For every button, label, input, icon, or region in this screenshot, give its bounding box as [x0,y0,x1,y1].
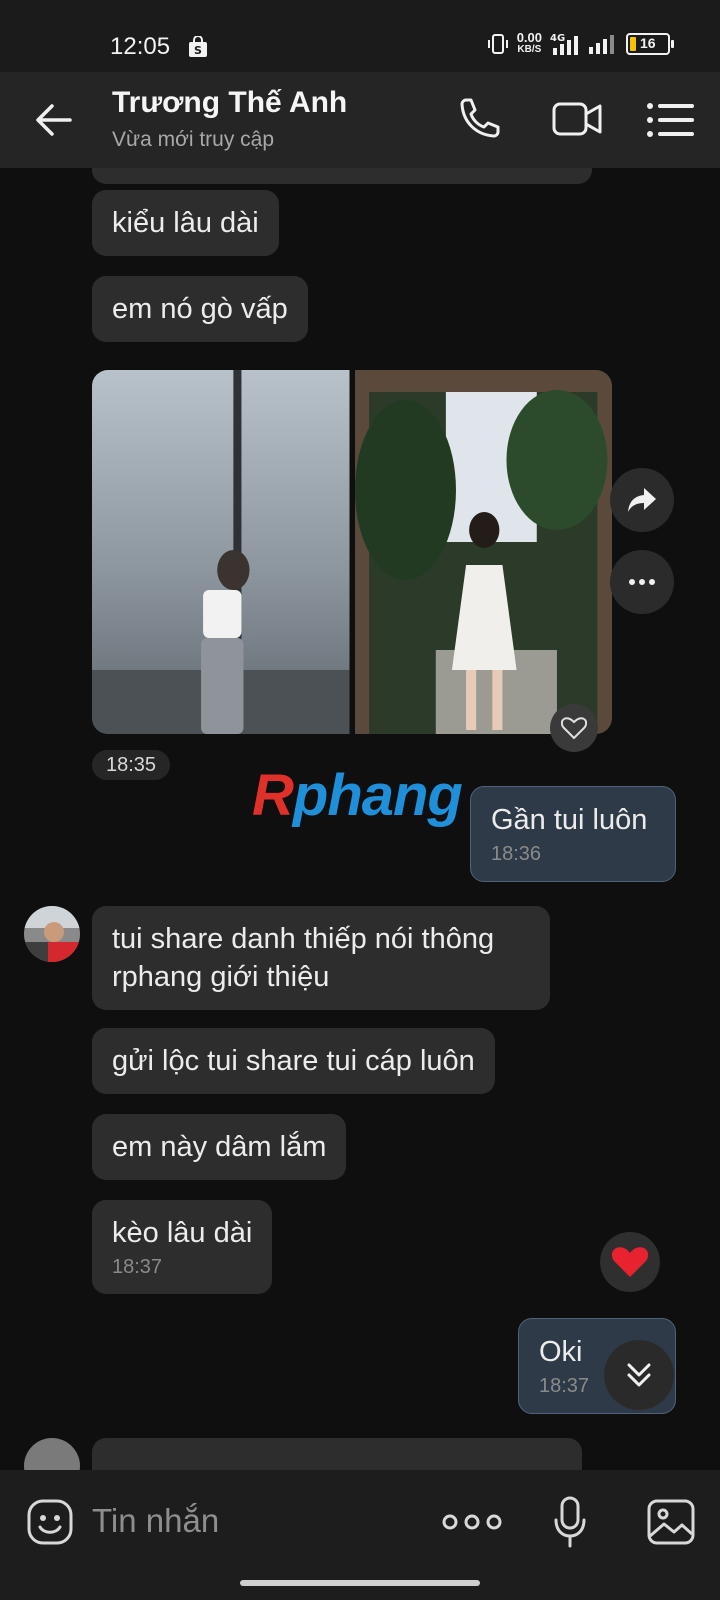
contact-status: Vừa mới truy cập [112,128,275,151]
vibrate-icon [487,34,508,54]
menu-list-icon[interactable] [644,94,698,146]
heart-outline-icon [561,717,587,740]
sticker-emoji-icon[interactable] [26,1498,74,1546]
message-time: 18:37 [112,1256,163,1278]
more-actions-icon[interactable] [442,1510,502,1534]
status-bar: 12:05 S 0.00 KB/S 4G 16 [0,0,720,72]
message-text: kèo lâu dài [112,1217,253,1249]
avatar-image [24,906,80,962]
shopping-bag-icon: S [189,36,207,57]
more-horizontal-icon [629,579,655,585]
message-text: gửi lộc tui share tui cáp luôn [112,1045,475,1077]
avatar-partial[interactable] [24,1438,80,1470]
photo-2-image [354,370,612,734]
image-gallery-icon[interactable] [646,1498,696,1546]
svg-text:4G: 4G [550,33,565,44]
phone-call-icon[interactable] [452,94,506,146]
chat-header: Trương Thế Anh Vừa mới truy cập [0,72,720,168]
message-bubble[interactable]: em này dâm lắm [92,1114,347,1180]
photo-message[interactable] [92,370,612,734]
status-indicators: 0.00 KB/S 4G 16 [487,30,674,56]
photo-1[interactable] [92,370,350,734]
double-chevron-down-icon [627,1363,651,1387]
message-text: kiểu lâu dài [112,207,259,239]
network-speed: 0.00 KB/S [516,30,542,55]
signal-4g-icon: 4G [550,33,578,55]
svg-text:S: S [194,44,202,57]
status-time: 12:05 [110,33,171,60]
photo-2[interactable] [354,370,612,734]
back-arrow-icon[interactable] [28,94,84,146]
message-text: em này dâm lắm [112,1131,327,1163]
message-text: em nó gò vấp [112,293,288,325]
forward-arrow-icon [628,488,656,512]
message-input[interactable]: Tin nhắn [92,1502,219,1540]
message-text: Oki [539,1336,583,1368]
message-bubble[interactable]: gửi lộc tui share tui cáp luôn [92,1028,495,1094]
scroll-to-bottom-button[interactable] [604,1340,674,1410]
react-heart-button[interactable] [550,704,598,752]
message-bubble[interactable]: em nó gò vấp [92,276,308,342]
message-text: Gần tui luôn [491,804,648,836]
microphone-icon[interactable] [552,1496,588,1548]
chat-screen: 12:05 S 0.00 KB/S 4G 16 Trương Thế Anh V… [0,0,720,1600]
message-time: 18:36 [491,843,542,865]
more-options-button[interactable] [610,550,674,614]
contact-name[interactable]: Trương Thế Anh [112,86,347,120]
battery-icon: 16 [626,33,674,55]
rphang-watermark: Rphang [252,763,463,828]
message-bubble-partial[interactable] [92,168,592,184]
avatar[interactable] [24,906,80,962]
message-bubble[interactable]: kiểu lâu dài [92,190,279,256]
message-list[interactable]: kiểu lâu dài em nó gò vấp 18:35 Rphang G… [0,168,720,1470]
message-bubble[interactable]: kèo lâu dài 18:37 [92,1200,273,1294]
message-bubble-partial[interactable] [92,1438,582,1470]
message-bubble[interactable]: tui share danh thiếp nói thông rphang gi… [92,906,550,1010]
message-bubble-outgoing[interactable]: Gần tui luôn 18:36 [470,786,676,882]
forward-button[interactable] [610,468,674,532]
photo-timestamp: 18:35 [92,750,171,780]
home-indicator[interactable] [240,1580,480,1586]
video-call-icon[interactable] [550,94,604,146]
signal-icon [589,35,614,54]
heart-reaction[interactable] [600,1232,660,1292]
message-input-bar: Tin nhắn [0,1470,720,1600]
message-text: tui share danh thiếp nói thông rphang gi… [112,923,495,993]
photo-1-image [92,370,350,734]
heart-icon [611,1247,649,1277]
